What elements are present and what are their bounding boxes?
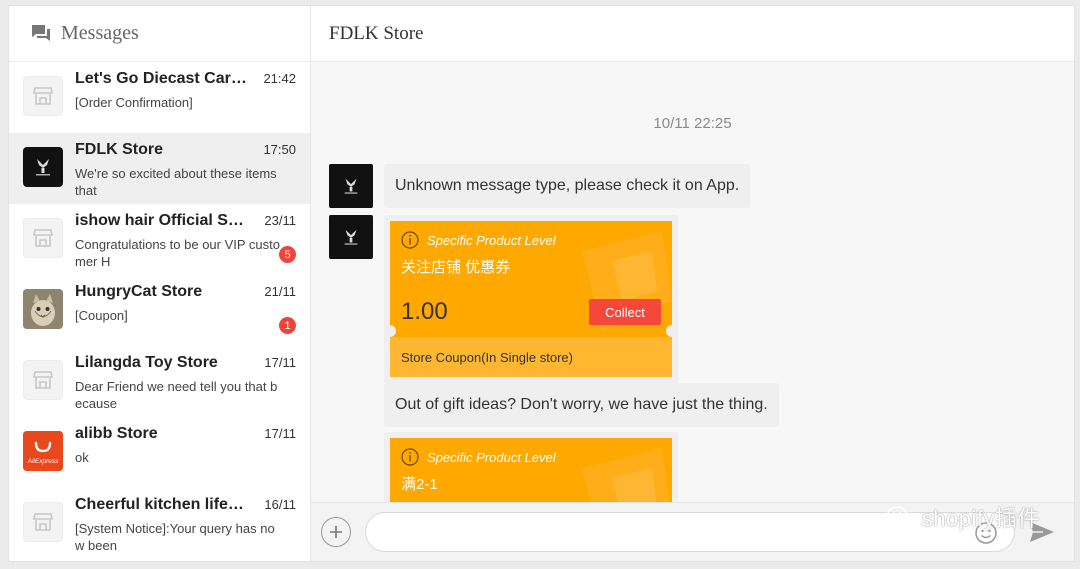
coupon-value: 1.00 xyxy=(401,298,448,325)
unread-badge: 5 xyxy=(279,246,296,263)
watermark-text: shopify插件 xyxy=(921,506,1040,531)
conversation-name: alibb Store xyxy=(75,425,158,442)
chat-title: FDLK Store xyxy=(329,22,424,44)
conversation-time: 17/11 xyxy=(264,355,296,370)
coupon-footer: Store Coupon(In Single store) xyxy=(390,337,672,377)
chat-header: FDLK Store xyxy=(311,6,1074,62)
conversation-item-active[interactable]: FDLK Store 17:50 We're so excited about … xyxy=(9,133,310,204)
message-bubble: Out of gift ideas? Don't worry, we have … xyxy=(384,383,779,427)
message-composer: shopify插件 xyxy=(311,502,1074,561)
conversation-name: ishow hair Official Sto... xyxy=(75,212,247,229)
conversation-name: Let's Go Diecast Car M... xyxy=(75,70,247,87)
conversation-name: Lilangda Toy Store xyxy=(75,354,218,371)
store-placeholder-icon xyxy=(23,218,63,258)
conversation-sidebar: Messages Let's Go Diecast Car M... 21:42… xyxy=(9,6,311,561)
add-attachment-button[interactable] xyxy=(321,517,351,547)
conversation-list: Let's Go Diecast Car M... 21:42 [Order C… xyxy=(9,62,310,561)
coupon-card: Specific Product Level 关注店铺 优惠券 1.00 Col… xyxy=(384,215,678,383)
coupon-notch xyxy=(666,325,672,337)
message-timestamp: 10/11 22:25 xyxy=(653,115,732,132)
coupon-title: 满2-1 xyxy=(401,476,438,493)
conversation-item[interactable]: AliExpress alibb Store 17/11 ok xyxy=(9,417,310,488)
conversation-time: 23/11 xyxy=(264,213,296,228)
chat-bubbles-icon xyxy=(32,24,50,41)
collect-button[interactable]: Collect xyxy=(589,299,661,325)
wechat-icon xyxy=(886,506,915,528)
fdlk-logo xyxy=(23,147,63,187)
store-placeholder-icon xyxy=(23,76,63,116)
conversation-item[interactable]: Cheerful kitchen life S... 16/11 [System… xyxy=(9,488,310,559)
conversation-time: 17/11 xyxy=(264,426,296,441)
conversation-time: 21/11 xyxy=(264,284,296,299)
message-bubble: Unknown message type, please check it on… xyxy=(384,164,751,208)
conversation-item[interactable]: ishow hair Official Sto... 23/11 Congrat… xyxy=(9,204,310,275)
fdlk-avatar xyxy=(329,215,373,259)
info-icon xyxy=(401,448,419,466)
conversation-preview: We're so excited about these items that xyxy=(75,166,277,198)
store-placeholder-icon xyxy=(23,360,63,400)
fdlk-avatar xyxy=(329,164,373,208)
coupon-card: Specific Product Level 满2-1 xyxy=(384,432,678,502)
aliexpress-logo-text: AliExpress xyxy=(27,458,59,465)
aliexpress-logo: AliExpress xyxy=(23,431,63,471)
conversation-name: FDLK Store xyxy=(75,141,163,158)
sidebar-title: Messages xyxy=(61,22,139,44)
plus-icon xyxy=(330,526,342,538)
coupon-level: Specific Product Level xyxy=(427,232,556,248)
sidebar-header: Messages xyxy=(9,6,310,62)
chat-panel: FDLK Store 10/11 22:25 Unknown message t… xyxy=(311,6,1074,561)
conversation-time: 17:50 xyxy=(263,142,296,157)
conversation-preview: [Coupon] xyxy=(75,308,128,323)
unread-badge: 1 xyxy=(279,317,296,334)
messages-app: Messages Let's Go Diecast Car M... 21:42… xyxy=(8,5,1075,562)
conversation-name: HungryCat Store xyxy=(75,283,203,300)
conversation-preview: Dear Friend we need tell you that becaus… xyxy=(75,379,278,411)
conversation-item[interactable]: HungryCat Store 21/11 [Coupon] 1 xyxy=(9,275,310,346)
conversation-preview: [System Notice]:Your query has now been xyxy=(75,521,275,553)
chat-history[interactable]: 10/11 22:25 Unknown message type, please… xyxy=(311,62,1074,502)
conversation-preview: ok xyxy=(75,450,89,465)
conversation-name: Cheerful kitchen life S... xyxy=(75,496,247,513)
store-placeholder-icon xyxy=(23,502,63,542)
coupon-level: Specific Product Level xyxy=(427,449,556,465)
conversation-preview: Congratulations to be our VIP customer H xyxy=(75,237,280,269)
info-icon xyxy=(401,231,419,249)
conversation-preview: [Order Confirmation] xyxy=(75,95,193,110)
watermark: shopify插件 xyxy=(886,501,1040,533)
conversation-time: 16/11 xyxy=(264,497,296,512)
conversation-item[interactable]: Lilangda Toy Store 17/11 Dear Friend we … xyxy=(9,346,310,417)
conversation-time: 21:42 xyxy=(263,71,296,86)
conversation-item[interactable]: Let's Go Diecast Car M... 21:42 [Order C… xyxy=(9,62,310,133)
cat-photo xyxy=(23,289,63,329)
coupon-title: 关注店铺 优惠券 xyxy=(401,259,511,276)
